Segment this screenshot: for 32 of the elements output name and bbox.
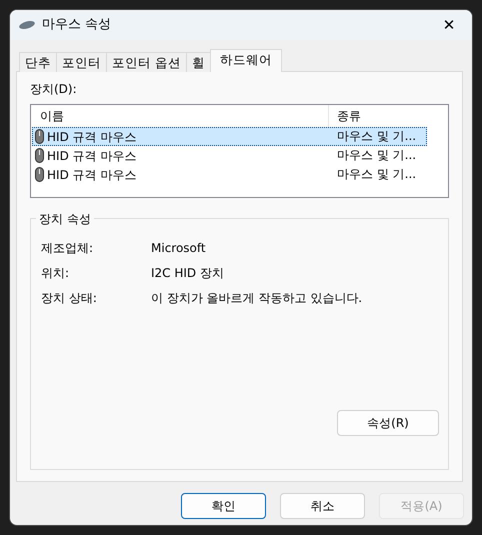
mouse-icon bbox=[35, 167, 44, 182]
device-row[interactable]: HID 규격 마우스 마우스 및 기... bbox=[32, 146, 427, 165]
close-button[interactable]: ✕ bbox=[426, 10, 472, 40]
device-name: HID 규격 마우스 bbox=[47, 128, 136, 146]
field-value: 이 장치가 올바르게 작동하고 있습니다. bbox=[151, 290, 362, 306]
field-label: 장치 상태: bbox=[41, 290, 98, 306]
field-label: 제조업체: bbox=[41, 240, 94, 256]
window-title: 마우스 속성 bbox=[42, 16, 112, 34]
mouse-icon bbox=[35, 148, 44, 163]
column-header[interactable]: 이름 bbox=[32, 109, 64, 123]
tab[interactable]: 포인터 옵션 bbox=[106, 52, 187, 72]
tab[interactable]: 포인터 bbox=[56, 52, 107, 72]
device-type: 마우스 및 기... bbox=[336, 128, 418, 145]
device-type: 마우스 및 기... bbox=[336, 166, 418, 183]
device-name: HID 규격 마우스 bbox=[47, 148, 136, 164]
field-value: Microsoft bbox=[151, 240, 206, 256]
tab[interactable]: 하드웨어 bbox=[210, 49, 282, 72]
mouse-icon bbox=[35, 129, 44, 144]
devices-label: 장치(D): bbox=[30, 81, 77, 98]
field-label: 위치: bbox=[41, 264, 70, 282]
device-name: HID 규격 마우스 bbox=[47, 166, 136, 184]
properties-button[interactable]: 속성(R) bbox=[337, 410, 439, 436]
device-type: 마우스 및 기... bbox=[336, 147, 418, 164]
dialog-button[interactable]: 확인 bbox=[181, 493, 266, 519]
tab[interactable]: 휠 bbox=[186, 52, 211, 72]
tab[interactable]: 단추 bbox=[19, 52, 57, 72]
dialog-button[interactable]: 취소 bbox=[280, 493, 365, 519]
device-row[interactable]: HID 규격 마우스 마우스 및 기... bbox=[32, 127, 427, 146]
field-value: I2C HID 장치 bbox=[151, 264, 224, 282]
device-row[interactable]: HID 규격 마우스 마우스 및 기... bbox=[32, 165, 427, 184]
column-header[interactable]: 종류 bbox=[329, 109, 361, 123]
mouse-icon bbox=[18, 20, 36, 30]
